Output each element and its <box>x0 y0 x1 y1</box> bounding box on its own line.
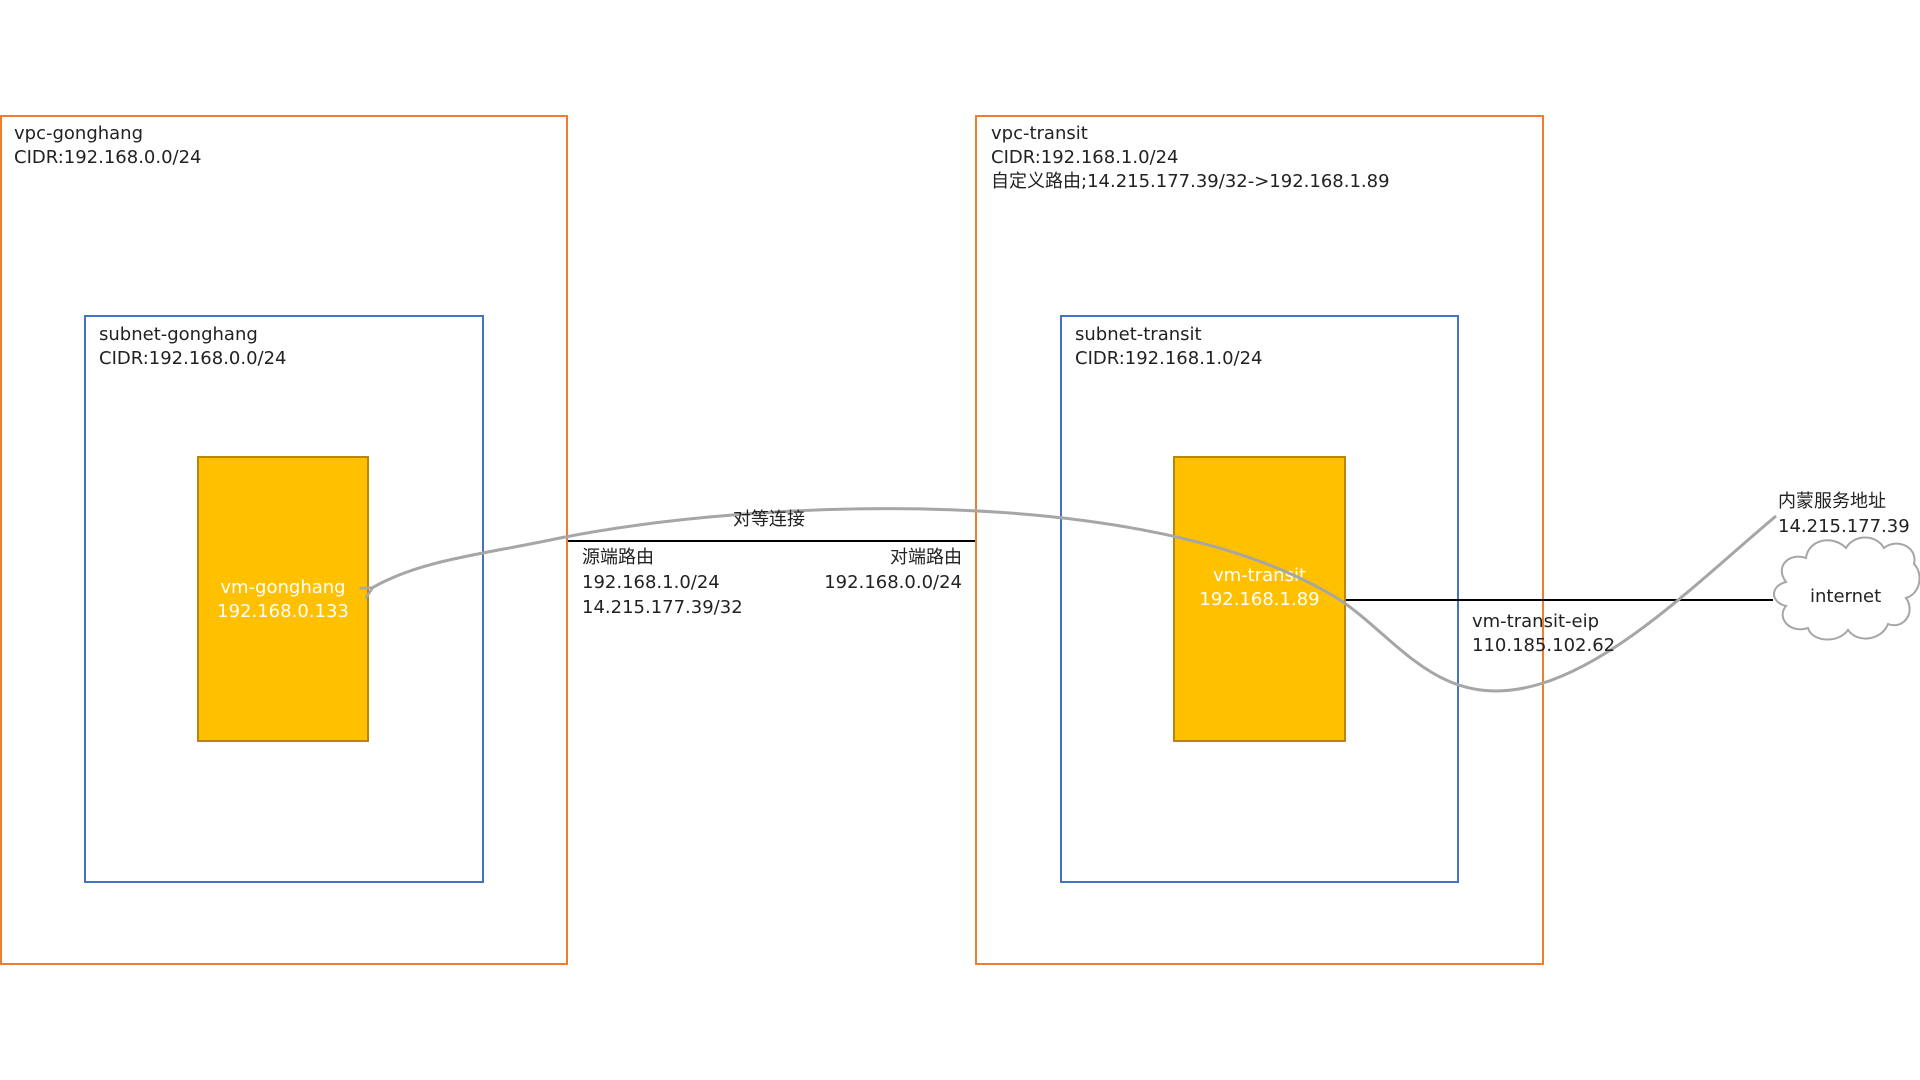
subnet-transit-cidr: CIDR:192.168.1.0/24 <box>1075 348 1263 369</box>
vm-gonghang-ip: 192.168.0.133 <box>217 601 349 622</box>
internet-label: internet <box>1810 586 1882 607</box>
vpc-gonghang-cidr: CIDR:192.168.0.0/24 <box>14 147 202 168</box>
vm-transit-ip: 192.168.1.89 <box>1199 589 1320 610</box>
service-ip: 14.215.177.39 <box>1778 516 1910 537</box>
source-route-2: 14.215.177.39/32 <box>582 597 743 618</box>
eip-name: vm-transit-eip <box>1472 611 1600 632</box>
peer-route-title: 对端路由 <box>890 547 962 568</box>
source-route-1: 192.168.1.0/24 <box>582 572 720 593</box>
eip-ip: 110.185.102.62 <box>1472 635 1616 656</box>
peer-route-1: 192.168.0.0/24 <box>824 572 962 593</box>
service-title: 内蒙服务地址 <box>1778 491 1886 512</box>
subnet-gonghang-name: subnet-gonghang <box>99 324 258 345</box>
vm-gonghang-name: vm-gonghang <box>220 577 346 598</box>
vm-gonghang-box: vm-gonghang 192.168.0.133 <box>197 456 369 742</box>
peering-label: 对等连接 <box>733 509 805 530</box>
vpc-transit-cidr: CIDR:192.168.1.0/24 <box>991 147 1179 168</box>
subnet-transit-name: subnet-transit <box>1075 324 1202 345</box>
vm-transit-name: vm-transit <box>1212 565 1306 586</box>
subnet-gonghang-cidr: CIDR:192.168.0.0/24 <box>99 348 287 369</box>
vpc-gonghang-name: vpc-gonghang <box>14 123 144 144</box>
vpc-transit-name: vpc-transit <box>991 123 1088 144</box>
source-route-title: 源端路由 <box>582 547 654 568</box>
vpc-transit-custom-route: 自定义路由;14.215.177.39/32->192.168.1.89 <box>991 171 1390 192</box>
vm-transit-box: vm-transit 192.168.1.89 <box>1173 456 1346 742</box>
